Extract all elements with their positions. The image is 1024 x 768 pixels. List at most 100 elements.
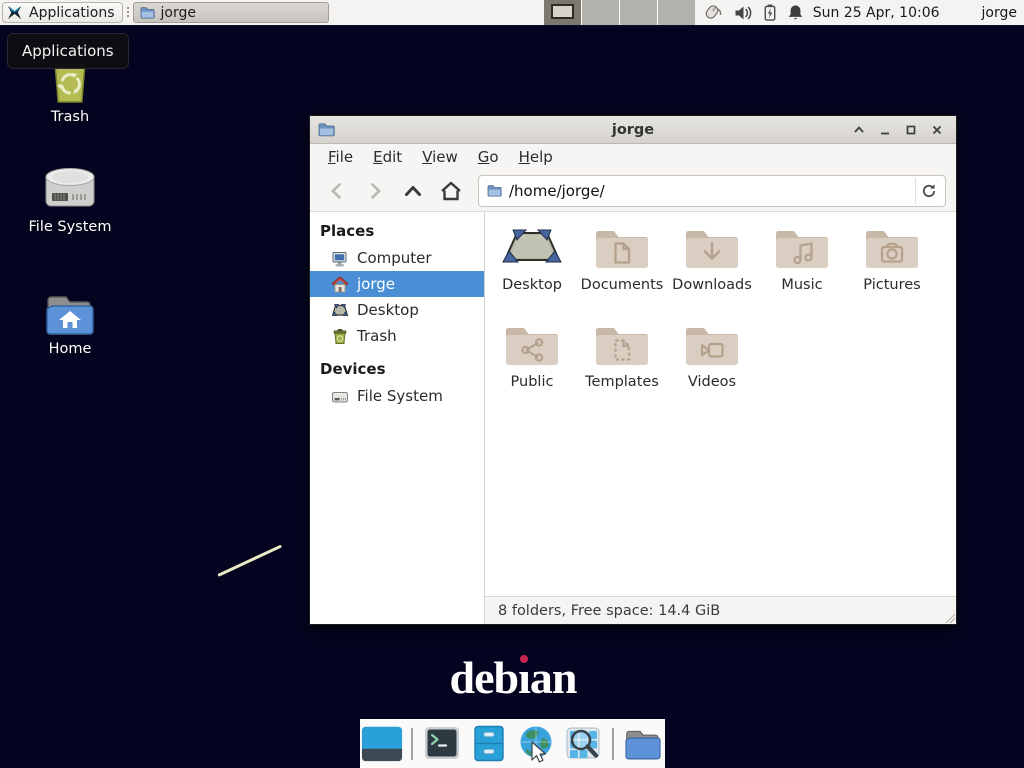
path-bar[interactable]: /home/jorge/ bbox=[478, 175, 946, 207]
applications-tooltip: Applications bbox=[7, 33, 129, 69]
file-item-pictures[interactable]: Pictures bbox=[847, 224, 937, 321]
workspace-1[interactable] bbox=[544, 0, 582, 25]
file-item-templates[interactable]: Templates bbox=[577, 321, 667, 418]
sidebar-item-label: File System bbox=[357, 387, 443, 405]
sidebar-item-jorge[interactable]: jorge bbox=[310, 271, 484, 297]
sidebar: Places Computer bbox=[310, 212, 485, 624]
file-item-label: Videos bbox=[667, 374, 757, 390]
resize-grip[interactable] bbox=[945, 613, 955, 623]
applications-menu-button[interactable]: Applications bbox=[2, 2, 123, 23]
titlebar[interactable]: jorge bbox=[310, 116, 956, 144]
back-button[interactable] bbox=[320, 176, 354, 206]
file-item-public[interactable]: Public bbox=[487, 321, 577, 418]
dock-separator bbox=[612, 728, 614, 760]
back-icon bbox=[326, 180, 348, 202]
statusbar-text: 8 folders, Free space: 14.4 GiB bbox=[498, 603, 720, 619]
statusbar: 8 folders, Free space: 14.4 GiB bbox=[485, 596, 956, 624]
folder-public-icon bbox=[501, 321, 563, 371]
desktop-icon-label: Trash bbox=[24, 109, 116, 125]
home-icon bbox=[439, 180, 463, 202]
web-browser-launcher[interactable] bbox=[515, 723, 557, 765]
close-button[interactable] bbox=[926, 120, 948, 140]
wordmark-post: an bbox=[530, 652, 577, 703]
path-folder-icon bbox=[487, 184, 502, 197]
shade-button[interactable] bbox=[848, 120, 870, 140]
folder-music-icon bbox=[771, 224, 833, 274]
sidebar-item-label: Desktop bbox=[357, 301, 419, 319]
workspace-3[interactable] bbox=[620, 0, 658, 25]
panel-username: jorge bbox=[982, 5, 1017, 21]
debian-wordmark: debıan bbox=[428, 655, 598, 701]
reload-icon bbox=[921, 183, 937, 199]
web-browser-globe-icon bbox=[516, 724, 556, 764]
maximize-button[interactable] bbox=[900, 120, 922, 140]
sidebar-devices-header: Devices bbox=[310, 356, 484, 383]
panel-handle[interactable] bbox=[126, 6, 131, 19]
file-item-documents[interactable]: Documents bbox=[577, 224, 667, 321]
menu-view[interactable]: View bbox=[412, 145, 468, 169]
taskbar-window-button[interactable]: jorge bbox=[133, 2, 329, 23]
show-desktop-button[interactable] bbox=[361, 723, 403, 765]
mouse-tray-icon[interactable] bbox=[703, 4, 724, 21]
file-view[interactable]: Desktop Documents bbox=[485, 212, 956, 596]
path-input[interactable]: /home/jorge/ bbox=[509, 182, 908, 200]
taskbar-window-label: jorge bbox=[161, 5, 196, 21]
clock[interactable]: Sun 25 Apr, 10:06 bbox=[813, 5, 940, 21]
file-item-videos[interactable]: Videos bbox=[667, 321, 757, 418]
system-tray bbox=[703, 4, 804, 21]
sidebar-item-desktop[interactable]: Desktop bbox=[310, 297, 484, 323]
sidebar-item-label: jorge bbox=[357, 275, 395, 293]
desktop: Applications jorge bbox=[0, 0, 1024, 768]
application-finder-launcher[interactable] bbox=[562, 723, 604, 765]
workspace-switcher[interactable] bbox=[544, 0, 695, 25]
home-folder-icon bbox=[43, 291, 97, 337]
forward-button[interactable] bbox=[358, 176, 392, 206]
folder-videos-icon bbox=[681, 321, 743, 371]
workspace-4[interactable] bbox=[658, 0, 695, 25]
up-button[interactable] bbox=[396, 176, 430, 206]
home-button[interactable] bbox=[434, 176, 468, 206]
sidebar-item-file-system[interactable]: File System bbox=[310, 383, 484, 409]
window-controls bbox=[848, 120, 948, 140]
xfce-logo-icon bbox=[7, 5, 24, 20]
sidebar-item-computer[interactable]: Computer bbox=[310, 245, 484, 271]
application-finder-icon bbox=[563, 725, 603, 763]
home-folder-icon bbox=[623, 726, 663, 762]
window-body: Places Computer bbox=[310, 212, 956, 624]
user-home-icon bbox=[331, 276, 349, 293]
shade-icon bbox=[853, 124, 865, 136]
desktop-icon-home[interactable]: Home bbox=[24, 291, 116, 357]
file-item-label: Music bbox=[757, 277, 847, 293]
reload-button[interactable] bbox=[915, 178, 941, 204]
content-column: Desktop Documents bbox=[485, 212, 956, 624]
computer-icon bbox=[331, 250, 349, 267]
desktop-icon-label: Home bbox=[24, 341, 116, 357]
menu-help[interactable]: Help bbox=[509, 145, 563, 169]
desktop-icon bbox=[331, 302, 349, 319]
toolbar: /home/jorge/ bbox=[310, 170, 956, 212]
volume-icon[interactable] bbox=[734, 5, 753, 21]
menu-go[interactable]: Go bbox=[468, 145, 509, 169]
dock bbox=[360, 719, 665, 768]
terminal-icon bbox=[423, 725, 461, 763]
menu-edit[interactable]: Edit bbox=[363, 145, 412, 169]
forward-icon bbox=[364, 180, 386, 202]
home-folder-launcher[interactable] bbox=[622, 723, 664, 765]
dock-separator bbox=[411, 728, 413, 760]
desktop-icon-file-system[interactable]: File System bbox=[24, 163, 116, 235]
workspace-window-thumb bbox=[551, 4, 574, 19]
menu-file[interactable]: File bbox=[318, 145, 363, 169]
file-item-desktop[interactable]: Desktop bbox=[487, 224, 577, 321]
desktop-icon-label: File System bbox=[24, 219, 116, 235]
workspace-2[interactable] bbox=[582, 0, 620, 25]
terminal-launcher[interactable] bbox=[421, 723, 463, 765]
file-item-downloads[interactable]: Downloads bbox=[667, 224, 757, 321]
battery-charging-icon[interactable] bbox=[763, 4, 777, 21]
close-icon bbox=[931, 124, 943, 136]
file-item-label: Pictures bbox=[847, 277, 937, 293]
file-item-music[interactable]: Music bbox=[757, 224, 847, 321]
sidebar-item-trash[interactable]: Trash bbox=[310, 323, 484, 349]
minimize-button[interactable] bbox=[874, 120, 896, 140]
notifications-bell-icon[interactable] bbox=[787, 4, 804, 21]
file-manager-launcher[interactable] bbox=[468, 723, 510, 765]
